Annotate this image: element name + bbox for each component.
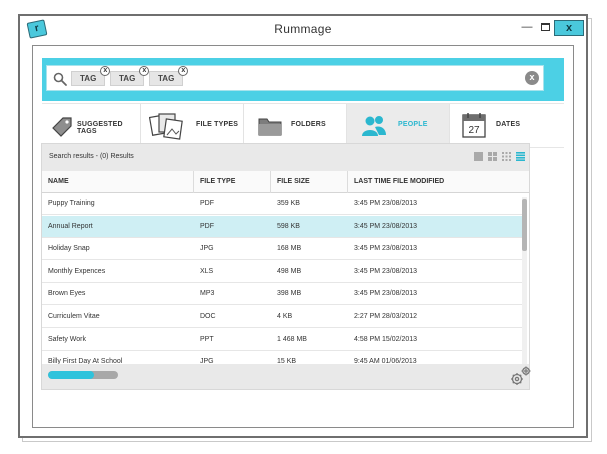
cell-name: Holiday Snap <box>48 245 90 253</box>
results-list: Puppy Training PDF 359 KB 3:45 PM 23/08/201… <box>42 193 522 378</box>
column-headers: NAME FILE TYPE FILE SIZE LAST TIME FILE … <box>42 171 529 193</box>
cell-last-modified: 4:58 PM 15/02/2013 <box>354 335 418 343</box>
app-window: r Rummage — x TAGxTAGxTAGx x SUGGES <box>18 14 588 438</box>
filter-label: DATES <box>496 121 521 128</box>
column-file-type[interactable]: FILE TYPE <box>194 171 271 193</box>
column-last-modified[interactable]: LAST TIME FILE MODIFIED <box>348 171 529 193</box>
large-icons-view-icon[interactable] <box>474 152 483 161</box>
cell-name: Brown Eyes <box>48 290 86 298</box>
filter-label: PEOPLE <box>398 121 428 128</box>
cell-file-size: 398 MB <box>277 290 302 298</box>
filter-label: FOLDERS <box>291 121 326 128</box>
filter-people[interactable]: PEOPLE <box>347 104 450 148</box>
calendar-icon: 27 <box>462 113 486 138</box>
cell-name: Curriculem Vitae <box>48 313 100 320</box>
search-tag-label: TAG <box>119 74 136 83</box>
search-tag[interactable]: TAG x <box>110 66 150 86</box>
cell-file-size: 168 MB <box>277 245 302 253</box>
clear-search-button[interactable]: x <box>525 71 539 85</box>
search-tag-label: TAG <box>80 74 97 83</box>
cell-last-modified: 3:45 PM 23/08/2013 <box>354 267 418 275</box>
close-button[interactable]: x <box>554 20 584 36</box>
filter-folders[interactable]: FOLDERS <box>244 104 347 148</box>
table-row[interactable]: Brown Eyes MP3 398 MB 3:45 PM 23/08/2013 <box>42 283 522 306</box>
column-name[interactable]: NAME <box>42 171 194 193</box>
cell-file-type: JPG <box>200 245 214 253</box>
cell-name: Annual Report <box>48 222 93 230</box>
cell-file-size: 1 468 MB <box>277 335 307 343</box>
search-tag[interactable]: TAG x <box>71 66 111 86</box>
cell-last-modified: 2:27 PM 28/03/2012 <box>354 313 418 320</box>
table-row[interactable]: Curriculem Vitae DOC 4 KB 2:27 PM 28/03/201… <box>42 306 522 328</box>
calendar-day: 27 <box>468 125 480 136</box>
table-row[interactable]: Monthly Expences XLS 498 MB 3:45 PM 23/08/2… <box>42 261 522 283</box>
window-title: Rummage <box>274 22 332 36</box>
cell-file-type: XLS <box>200 267 214 275</box>
table-row[interactable]: Puppy Training PDF 359 KB 3:45 PM 23/08/201… <box>42 193 522 215</box>
cell-name: Monthly Expences <box>48 267 106 275</box>
filter-dates[interactable]: 27 DATES <box>450 104 564 148</box>
folder-icon <box>258 118 282 136</box>
cell-file-type: PDF <box>200 200 214 207</box>
progress-bar <box>48 371 118 379</box>
remove-tag-button[interactable]: x <box>100 66 111 76</box>
search-icon <box>53 72 67 86</box>
cell-file-size: 4 KB <box>277 313 293 320</box>
remove-tag-button[interactable]: x <box>139 66 150 76</box>
search-tag-label: TAG <box>158 74 175 83</box>
maximize-button[interactable] <box>538 20 552 36</box>
cell-file-type: MP3 <box>200 290 215 298</box>
filter-label: FILE TYPES <box>196 121 239 128</box>
results-summary: Search results - (0) Results <box>49 153 134 160</box>
results-panel: Search results - (0) Results NAME FILE T… <box>41 143 530 389</box>
cell-file-type: DOC <box>200 313 216 320</box>
medium-icons-view-icon[interactable] <box>488 152 497 161</box>
gears-icon[interactable] <box>508 365 532 387</box>
people-icon <box>362 116 386 136</box>
small-icons-view-icon[interactable] <box>502 152 511 161</box>
maximize-icon <box>540 23 550 32</box>
minimize-button[interactable]: — <box>520 20 534 36</box>
filter-file-types[interactable]: FILE TYPES <box>141 104 244 148</box>
scrollbar-thumb[interactable] <box>522 199 527 251</box>
table-row[interactable]: Annual Report PDF 598 KB 3:45 PM 23/08/2013 <box>42 215 522 238</box>
cell-file-size: 498 MB <box>277 267 302 275</box>
search-bar: TAG x TAG x TAG x x <box>42 58 564 101</box>
file-types-icon <box>149 113 183 140</box>
progress-fill <box>48 371 94 379</box>
list-view-icon[interactable] <box>516 152 525 161</box>
cell-name: Safety Work <box>48 335 86 343</box>
cell-file-type: PDF <box>200 222 214 230</box>
filter-bar: SUGGESTED TAGS FILE TYPES FOLDERS PEOPLE… <box>42 103 564 148</box>
cell-last-modified: 3:45 PM 23/08/2013 <box>354 290 418 298</box>
title-bar[interactable]: r Rummage — x <box>20 16 586 43</box>
filter-label: SUGGESTED TAGS <box>77 121 123 135</box>
table-row[interactable]: Holiday Snap JPG 168 MB 3:45 PM 23/08/2013 <box>42 238 522 261</box>
cell-last-modified: 3:45 PM 23/08/2013 <box>354 200 418 207</box>
search-tag[interactable]: TAG x <box>149 66 189 86</box>
tag-icon <box>52 117 72 137</box>
cell-file-size: 359 KB <box>277 200 300 207</box>
cell-file-type: PPT <box>200 335 214 343</box>
cell-last-modified: 3:45 PM 23/08/2013 <box>354 245 418 253</box>
cell-name: Puppy Training <box>48 200 95 207</box>
table-row[interactable]: Safety Work PPT 1 468 MB 4:58 PM 15/02/2013 <box>42 329 522 351</box>
results-header: Search results - (0) Results <box>42 144 529 171</box>
filter-suggested-tags[interactable]: SUGGESTED TAGS <box>42 104 141 148</box>
remove-tag-button[interactable]: x <box>178 66 189 76</box>
cell-file-size: 598 KB <box>277 222 300 230</box>
vertical-scrollbar[interactable] <box>522 197 527 377</box>
status-footer <box>41 364 532 390</box>
column-file-size[interactable]: FILE SIZE <box>271 171 348 193</box>
cell-last-modified: 3:45 PM 23/08/2013 <box>354 222 418 230</box>
search-input[interactable]: TAG x TAG x TAG x x <box>46 65 544 91</box>
